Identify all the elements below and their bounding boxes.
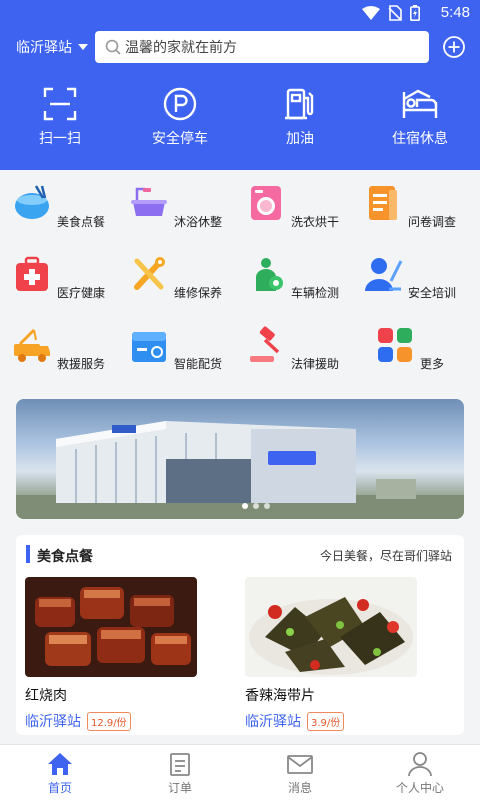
city-selector[interactable]: 临沂驿站 bbox=[16, 37, 88, 57]
quick-scan[interactable]: 扫一扫 bbox=[0, 86, 120, 148]
status-bar: 5:48 bbox=[0, 0, 480, 26]
wifi-icon bbox=[362, 6, 380, 20]
banner-dot[interactable] bbox=[253, 503, 259, 509]
tow-truck-icon bbox=[13, 328, 50, 362]
food-section-title: 美食点餐 bbox=[37, 549, 93, 565]
food-price-tag: 12.9/份 bbox=[87, 711, 131, 731]
service-vehicle-check-label: 车辆检测 bbox=[291, 286, 340, 300]
quick-scan-label: 扫一扫 bbox=[39, 131, 81, 147]
service-food[interactable]: 美食点餐 bbox=[0, 178, 117, 249]
home-icon bbox=[48, 753, 72, 775]
repair-tools-icon bbox=[133, 257, 165, 290]
search-input[interactable]: 温馨的家就在前方 bbox=[95, 31, 429, 63]
more-grid-icon bbox=[377, 328, 412, 362]
promo-banner[interactable] bbox=[16, 399, 464, 519]
services-grid: 美食点餐 沐浴休整 洗衣烘干 问卷调查 医疗健康 维修保养 车辆检测 安全培训 … bbox=[0, 178, 480, 391]
order-icon bbox=[170, 753, 190, 776]
survey-icon bbox=[368, 186, 397, 220]
service-training-label: 安全培训 bbox=[408, 286, 457, 300]
food-item[interactable]: 香辣海带片 临沂驿站 3.9/份 bbox=[245, 577, 417, 731]
chevron-down-icon bbox=[78, 44, 88, 50]
section-accent-bar bbox=[26, 545, 30, 563]
gavel-icon bbox=[249, 326, 280, 362]
banner-image bbox=[16, 421, 464, 519]
food-meta: 临沂驿站 12.9/份 bbox=[25, 711, 197, 731]
service-cargo[interactable]: 智能配货 bbox=[117, 320, 234, 391]
food-image-seaweed bbox=[245, 577, 417, 677]
service-medical[interactable]: 医疗健康 bbox=[0, 249, 117, 320]
service-vehicle-check[interactable]: 车辆检测 bbox=[234, 249, 351, 320]
quick-lodging[interactable]: 住宿休息 bbox=[360, 86, 480, 148]
search-icon bbox=[105, 39, 121, 55]
quick-fuel-label: 加油 bbox=[286, 131, 314, 147]
service-legal[interactable]: 法律援助 bbox=[234, 320, 351, 391]
service-laundry[interactable]: 洗衣烘干 bbox=[234, 178, 351, 249]
parking-icon bbox=[163, 87, 197, 121]
quick-parking[interactable]: 安全停车 bbox=[120, 86, 240, 148]
training-icon bbox=[364, 258, 403, 291]
food-bowl-icon bbox=[14, 185, 49, 219]
service-legal-label: 法律援助 bbox=[291, 357, 340, 371]
food-section-card: 美食点餐 今日美餐，尽在哥们驿站 红烧肉 临沂驿站 12.9/份 香辣海带片 临… bbox=[16, 535, 464, 735]
status-time: 5:48 bbox=[440, 4, 470, 21]
quick-parking-label: 安全停车 bbox=[152, 131, 208, 147]
service-laundry-label: 洗衣烘干 bbox=[291, 215, 340, 229]
cargo-box-icon bbox=[131, 332, 166, 362]
service-survey[interactable]: 问卷调查 bbox=[351, 178, 468, 249]
food-name: 香辣海带片 bbox=[245, 688, 315, 704]
service-repair[interactable]: 维修保养 bbox=[117, 249, 234, 320]
service-repair-label: 维修保养 bbox=[174, 286, 223, 300]
banner-dot[interactable] bbox=[264, 503, 270, 509]
medical-kit-icon bbox=[15, 256, 48, 291]
tab-orders[interactable]: 订单 bbox=[120, 745, 240, 800]
quick-lodging-label: 住宿休息 bbox=[392, 131, 448, 147]
tab-profile-label: 个人中心 bbox=[395, 781, 444, 795]
tab-profile[interactable]: 个人中心 bbox=[360, 745, 480, 800]
service-more-label: 更多 bbox=[420, 357, 445, 371]
add-circle-icon[interactable] bbox=[442, 35, 466, 59]
service-bath-label: 沐浴休整 bbox=[174, 215, 223, 229]
service-survey-label: 问卷调查 bbox=[408, 215, 457, 229]
service-rescue[interactable]: 救援服务 bbox=[0, 320, 117, 391]
profile-icon bbox=[408, 752, 432, 777]
food-image-braised-pork bbox=[25, 577, 197, 677]
banner-dot[interactable] bbox=[242, 503, 248, 509]
search-row: 临沂驿站 温馨的家就在前方 bbox=[0, 31, 480, 63]
service-more[interactable]: 更多 bbox=[351, 320, 468, 391]
message-icon bbox=[287, 755, 313, 774]
food-name: 红烧肉 bbox=[25, 688, 67, 704]
washing-machine-icon bbox=[250, 186, 281, 220]
tab-home[interactable]: 首页 bbox=[0, 745, 120, 800]
banner-indicators bbox=[242, 503, 270, 509]
bathtub-icon bbox=[130, 187, 167, 216]
food-section-subtitle[interactable]: 今日美餐，尽在哥们驿站 bbox=[320, 547, 452, 564]
service-bath[interactable]: 沐浴休整 bbox=[117, 178, 234, 249]
tab-home-label: 首页 bbox=[47, 781, 72, 795]
food-station: 临沂驿站 bbox=[25, 714, 81, 730]
food-meta: 临沂驿站 3.9/份 bbox=[245, 711, 417, 731]
food-price-tag: 3.9/份 bbox=[307, 711, 345, 731]
vehicle-check-icon bbox=[255, 258, 283, 291]
service-cargo-label: 智能配货 bbox=[174, 357, 223, 371]
tab-messages[interactable]: 消息 bbox=[240, 745, 360, 800]
service-training[interactable]: 安全培训 bbox=[351, 249, 468, 320]
bottom-tab-bar: 首页 订单 消息 个人中心 bbox=[0, 744, 480, 800]
food-item[interactable]: 红烧肉 临沂驿站 12.9/份 bbox=[25, 577, 197, 731]
scan-icon bbox=[43, 87, 77, 121]
service-food-label: 美食点餐 bbox=[57, 215, 106, 229]
city-label: 临沂驿站 bbox=[16, 40, 72, 56]
no-sim-icon bbox=[388, 5, 402, 21]
battery-icon bbox=[410, 5, 420, 21]
bed-icon bbox=[402, 89, 438, 118]
fuel-icon bbox=[285, 88, 314, 120]
tab-messages-label: 消息 bbox=[287, 781, 312, 795]
service-medical-label: 医疗健康 bbox=[57, 286, 106, 300]
tab-orders-label: 订单 bbox=[167, 781, 192, 795]
quick-actions: 扫一扫 安全停车 加油 住宿休息 bbox=[0, 86, 480, 148]
service-rescue-label: 救援服务 bbox=[57, 357, 106, 371]
quick-fuel[interactable]: 加油 bbox=[240, 86, 360, 148]
search-placeholder: 温馨的家就在前方 bbox=[125, 40, 237, 56]
food-station: 临沂驿站 bbox=[245, 714, 301, 730]
